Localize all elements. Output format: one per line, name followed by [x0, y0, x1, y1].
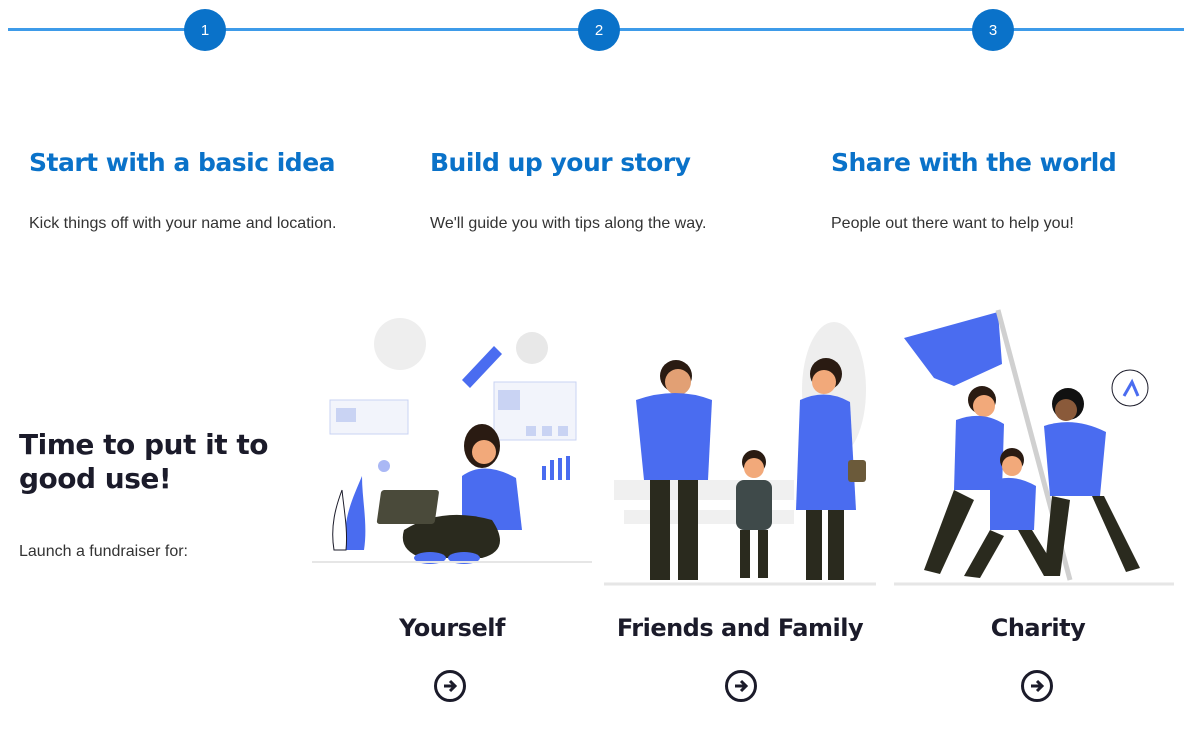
option-card-charity[interactable]: Charity	[894, 300, 1184, 710]
step-description: Kick things off with your name and locat…	[29, 215, 337, 232]
step-title: Start with a basic idea	[29, 148, 336, 177]
option-card-yourself[interactable]: Yourself	[312, 300, 592, 710]
family-illustration	[604, 322, 876, 586]
team-flag-illustration	[894, 309, 1174, 586]
option-label: Charity	[990, 614, 1086, 642]
step-3: Share with the world People out there wa…	[831, 148, 1184, 233]
step-title: Share with the world	[831, 148, 1117, 177]
step-number: 1	[200, 21, 210, 39]
option-label: Friends and Family	[616, 614, 864, 642]
step-2-indicator: 2	[578, 9, 620, 51]
option-card-friends-and-family[interactable]: Friends and Family	[604, 300, 876, 710]
step-title: Build up your story	[430, 148, 691, 177]
step-3-indicator: 3	[972, 9, 1014, 51]
step-number: 3	[988, 21, 998, 39]
step-number: 2	[594, 21, 604, 39]
arrow-right-circle-icon[interactable]	[725, 670, 757, 702]
arrow-right-circle-icon[interactable]	[1021, 670, 1053, 702]
promo-subtitle: Launch a fundraiser for:	[19, 543, 188, 560]
step-2: Build up your story We'll guide you with…	[430, 148, 790, 233]
person-laptop-illustration	[312, 318, 592, 564]
arrow-right-circle-icon[interactable]	[434, 670, 466, 702]
step-description: People out there want to help you!	[831, 215, 1074, 232]
promo-title: Time to put it to good use!	[19, 428, 268, 495]
step-1: Start with a basic idea Kick things off …	[29, 148, 389, 233]
option-label: Yourself	[399, 614, 505, 642]
step-description: We'll guide you with tips along the way.	[430, 215, 707, 232]
step-1-indicator: 1	[184, 9, 226, 51]
